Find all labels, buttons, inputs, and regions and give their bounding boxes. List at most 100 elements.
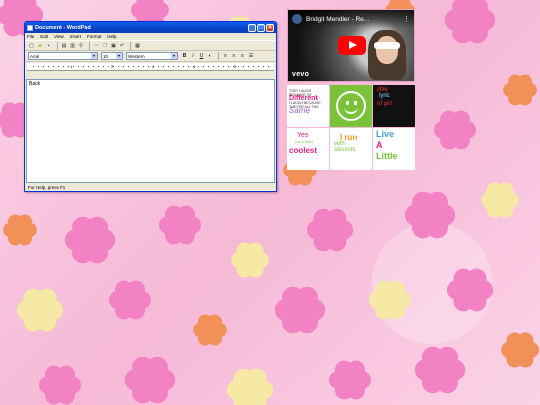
print-preview-icon[interactable]: ▥ bbox=[69, 42, 76, 49]
align-center-icon[interactable]: ≡ bbox=[231, 53, 238, 60]
ruler-tick bbox=[253, 66, 254, 67]
menu-insert[interactable]: Insert bbox=[70, 34, 81, 39]
flower-center bbox=[323, 223, 337, 237]
close-button[interactable]: × bbox=[266, 23, 274, 32]
flower-center bbox=[144, 4, 156, 16]
open-icon[interactable]: ▰ bbox=[37, 42, 44, 49]
menu-edit[interactable]: Edit bbox=[40, 34, 48, 39]
title-bar[interactable]: Document - WordPad _ □ × bbox=[25, 22, 276, 33]
ruler-tick bbox=[153, 66, 154, 67]
wallpaper-flower bbox=[501, 332, 539, 368]
chevron-down-icon[interactable]: ▾ bbox=[91, 53, 97, 59]
align-left-icon[interactable]: ≡ bbox=[222, 53, 229, 60]
wallpaper-flower bbox=[274, 286, 326, 334]
script-select[interactable]: Western ▾ bbox=[126, 52, 178, 60]
new-icon[interactable]: ▢ bbox=[28, 42, 35, 49]
chevron-down-icon[interactable]: ▾ bbox=[171, 53, 177, 59]
tile-same[interactable]: THEY LAUGH BECAUSE I'M Different I LAUGH… bbox=[287, 85, 329, 127]
ruler-tick bbox=[98, 66, 99, 67]
font-size-select[interactable]: 10 ▾ bbox=[101, 52, 123, 60]
menu-file[interactable]: File bbox=[27, 34, 34, 39]
ruler-tick bbox=[208, 66, 209, 67]
ruler-tick bbox=[33, 66, 34, 67]
menu-view[interactable]: View bbox=[54, 34, 64, 39]
flower-center bbox=[15, 225, 25, 235]
tile-smiley[interactable] bbox=[330, 85, 372, 127]
find-icon[interactable]: ⚲ bbox=[78, 42, 85, 49]
flower-center bbox=[514, 344, 526, 356]
print-icon[interactable]: ▤ bbox=[61, 42, 68, 49]
ruler-tick bbox=[113, 66, 114, 67]
ruler-tick bbox=[73, 66, 74, 67]
ruler-tick bbox=[168, 66, 169, 67]
document-text-area[interactable]: Back bbox=[26, 79, 275, 183]
undo-icon[interactable]: ↶ bbox=[119, 42, 126, 49]
ruler-tick bbox=[223, 66, 224, 67]
ruler-tick bbox=[178, 66, 179, 67]
color-icon[interactable]: ◐ bbox=[207, 53, 214, 60]
ruler-tick bbox=[193, 66, 194, 67]
minimize-button[interactable]: _ bbox=[248, 23, 256, 32]
wallpaper-flower bbox=[329, 360, 371, 400]
ruler-tick bbox=[103, 66, 104, 67]
wallpaper-flower bbox=[369, 280, 411, 320]
menu-help[interactable]: Help bbox=[107, 34, 116, 39]
wallpaper-flower bbox=[414, 346, 466, 394]
ruler-tick bbox=[118, 66, 119, 67]
more-options-icon[interactable]: ⋮ bbox=[403, 15, 410, 23]
paste-icon[interactable]: ▣ bbox=[110, 42, 117, 49]
wordpad-window[interactable]: Document - WordPad _ □ × File Edit View … bbox=[24, 21, 277, 192]
channel-avatar[interactable] bbox=[292, 14, 302, 24]
ruler-tick bbox=[243, 66, 244, 67]
wallpaper-flower bbox=[124, 356, 176, 404]
ruler[interactable]: 1 2 3 4 5 bbox=[27, 63, 274, 71]
copy-icon[interactable]: ❐ bbox=[102, 42, 109, 49]
play-button[interactable] bbox=[338, 36, 366, 55]
bullets-icon[interactable]: ☰ bbox=[248, 53, 255, 60]
ruler-tick bbox=[228, 66, 229, 67]
tile-run[interactable]: I run with scissors bbox=[330, 128, 372, 170]
maximize-button[interactable]: □ bbox=[257, 23, 265, 32]
flower-center bbox=[244, 254, 256, 266]
font-name-select[interactable]: Arial ▾ bbox=[28, 52, 98, 60]
date-time-icon[interactable]: ▦ bbox=[134, 42, 141, 49]
wallpaper-flower bbox=[39, 365, 81, 405]
flower-center bbox=[463, 283, 477, 297]
tile-line: A bbox=[376, 140, 383, 150]
ruler-tick bbox=[63, 66, 64, 67]
tile-lover[interactable]: Yes I'm a lover coolest bbox=[287, 128, 329, 170]
tile-line: coolest bbox=[289, 146, 318, 155]
ruler-tick bbox=[88, 66, 89, 67]
tile-line: Live bbox=[376, 129, 395, 139]
align-right-icon[interactable]: ≡ bbox=[239, 53, 246, 60]
chevron-down-icon[interactable]: ▾ bbox=[116, 53, 122, 59]
video-header: Bridgit Mendler - Re... ⋮ bbox=[288, 10, 414, 28]
ruler-tick bbox=[173, 66, 174, 67]
wallpaper-flower bbox=[444, 0, 496, 44]
bold-icon[interactable]: B bbox=[181, 53, 188, 60]
tile-little-lyric[interactable]: little lyric of girl bbox=[373, 85, 415, 127]
video-title[interactable]: Bridgit Mendler - Re... bbox=[306, 16, 403, 23]
italic-icon[interactable]: / bbox=[190, 53, 197, 60]
wallpaper-flower bbox=[226, 368, 274, 405]
tile-live[interactable]: Live A Little bbox=[373, 128, 415, 170]
flower-center bbox=[142, 372, 158, 388]
flower-center bbox=[384, 294, 396, 306]
ruler-number: 5 bbox=[234, 64, 237, 69]
video-player[interactable]: Bridgit Mendler - Re... ⋮ vevo bbox=[287, 9, 415, 82]
cut-icon[interactable]: ✂ bbox=[93, 42, 100, 49]
ruler-tick bbox=[248, 66, 249, 67]
ruler-tick bbox=[238, 66, 239, 67]
ruler-tick bbox=[143, 66, 144, 67]
wallpaper-flower bbox=[159, 205, 201, 245]
ruler-tick bbox=[183, 66, 184, 67]
wallpaper-flower bbox=[231, 242, 269, 278]
wallpaper-flower bbox=[404, 191, 456, 239]
save-icon[interactable]: ▪ bbox=[45, 42, 52, 49]
flower-center bbox=[494, 194, 506, 206]
menu-format[interactable]: Format bbox=[87, 34, 101, 39]
window-title: Document - WordPad bbox=[35, 24, 91, 31]
ruler-tick bbox=[268, 66, 269, 67]
flower-center bbox=[292, 302, 308, 318]
underline-icon[interactable]: U bbox=[198, 53, 205, 60]
